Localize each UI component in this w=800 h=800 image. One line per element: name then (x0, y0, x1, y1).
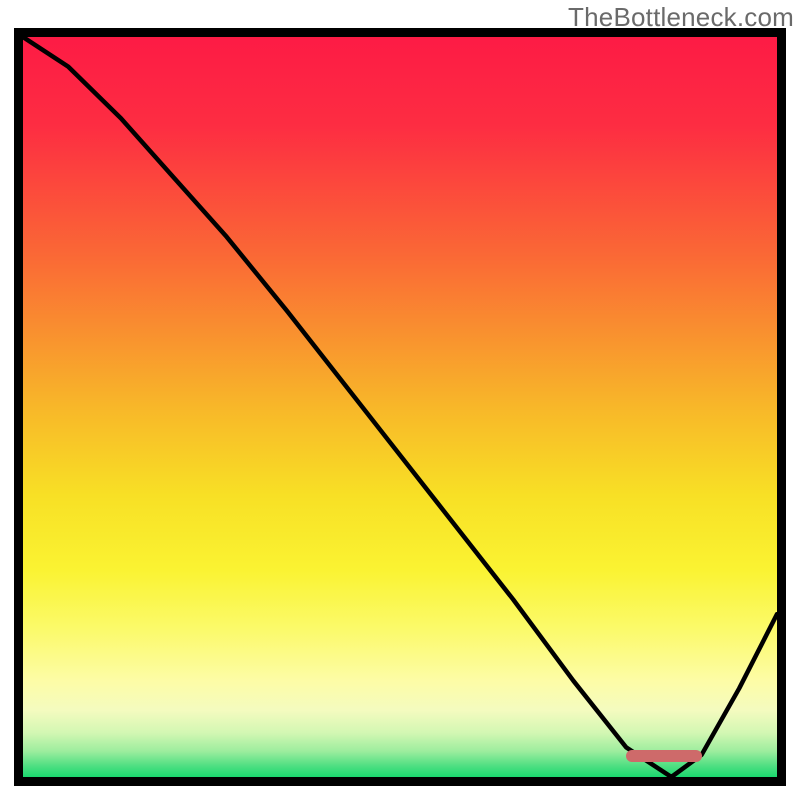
chart-plot (23, 37, 777, 777)
optimal-range-marker (626, 750, 701, 762)
watermark-text: TheBottleneck.com (568, 2, 794, 33)
chart-frame (14, 28, 786, 786)
gradient-background (23, 37, 777, 777)
